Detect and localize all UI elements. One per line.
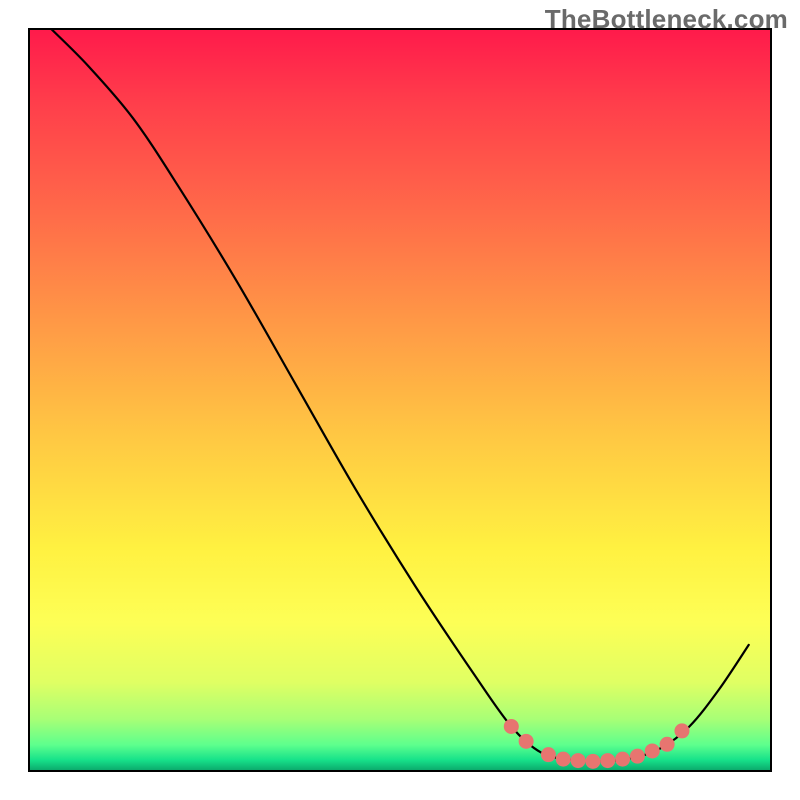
highlight-marker xyxy=(600,753,615,768)
bottleneck-chart xyxy=(0,0,800,800)
highlight-marker xyxy=(585,754,600,769)
highlight-marker xyxy=(615,752,630,767)
highlight-marker xyxy=(674,723,689,738)
highlight-marker xyxy=(541,747,556,762)
watermark-label: TheBottleneck.com xyxy=(545,4,788,35)
highlight-marker xyxy=(660,737,675,752)
highlight-marker xyxy=(571,753,586,768)
highlight-marker xyxy=(504,719,519,734)
heat-gradient-background xyxy=(29,29,771,771)
highlight-marker xyxy=(519,734,534,749)
highlight-marker xyxy=(556,752,571,767)
highlight-marker xyxy=(645,743,660,758)
highlight-marker xyxy=(630,749,645,764)
chart-frame: TheBottleneck.com xyxy=(0,0,800,800)
